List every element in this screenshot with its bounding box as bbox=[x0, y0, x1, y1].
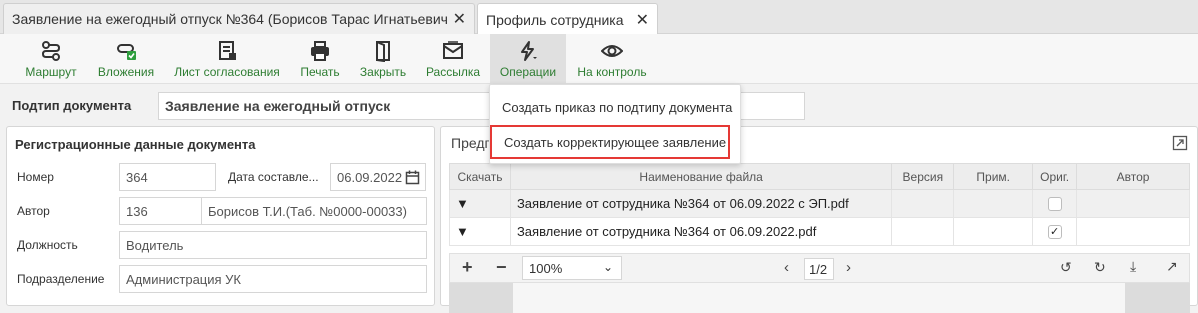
doc-subtype-label: Подтип документа bbox=[12, 98, 132, 113]
printer-icon bbox=[311, 41, 329, 61]
col-author[interactable]: Автор bbox=[1076, 163, 1190, 190]
department-label: Подразделение bbox=[17, 272, 105, 286]
attachments-button[interactable]: Вложения bbox=[94, 34, 158, 84]
close-icon[interactable]: ✕ bbox=[636, 10, 649, 30]
route-icon bbox=[41, 41, 61, 61]
files-table: Скачать Наименование файла Версия Прим. … bbox=[449, 163, 1190, 246]
operations-button[interactable]: Операции bbox=[490, 34, 566, 84]
pdf-toolbar: + − 100% ⌄ ‹ 1/2 › ↺ ↻ ⤓ ↗ bbox=[449, 253, 1190, 283]
door-icon bbox=[376, 41, 390, 62]
open-external-icon[interactable]: ↗ bbox=[1166, 258, 1178, 275]
col-note[interactable]: Прим. bbox=[953, 163, 1034, 190]
tab-strip: Заявление на ежегодный отпуск №364 (Бори… bbox=[0, 0, 1198, 35]
files-panel-title: Предп bbox=[451, 135, 493, 151]
date-value: 06.09.2022 bbox=[337, 169, 403, 185]
zoom-value: 100% bbox=[529, 260, 563, 276]
page-indicator[interactable]: 1/2 bbox=[804, 258, 834, 280]
author-id-field[interactable]: 136 bbox=[119, 197, 202, 225]
paperclip-icon bbox=[117, 44, 136, 60]
col-download[interactable]: Скачать bbox=[449, 163, 511, 190]
pdf-viewer[interactable] bbox=[449, 283, 1190, 313]
toolbar: Маршрут Вложения Лист согласования Печат… bbox=[0, 34, 1198, 84]
position-field[interactable]: Водитель bbox=[119, 231, 427, 259]
monitor-button[interactable]: На контроль bbox=[574, 34, 650, 84]
download-icon[interactable]: ⤓ bbox=[1130, 258, 1136, 275]
col-version[interactable]: Версия bbox=[891, 163, 955, 190]
table-row[interactable]: ▼ Заявление от сотрудника №364 от 06.09.… bbox=[449, 217, 1190, 246]
next-page-icon[interactable]: › bbox=[846, 259, 851, 276]
menu-item-create-corrective-application[interactable]: Создать корректирующее заявление bbox=[490, 125, 730, 159]
lightning-icon bbox=[521, 41, 537, 61]
menu-item-create-order[interactable]: Создать приказ по подтипу документа bbox=[490, 92, 740, 122]
tab-label: Профиль сотрудника bbox=[486, 11, 624, 28]
tab-employee-profile[interactable]: Профиль сотрудника ✕ bbox=[477, 3, 658, 35]
download-icon[interactable]: ▼ bbox=[449, 189, 511, 218]
expand-icon[interactable] bbox=[1172, 135, 1188, 151]
zoom-in-icon[interactable]: + bbox=[462, 257, 473, 278]
file-name[interactable]: Заявление от сотрудника №364 от 06.09.20… bbox=[509, 217, 893, 246]
table-row[interactable]: ▼ Заявление от сотрудника №364 от 06.09.… bbox=[449, 189, 1190, 218]
download-icon[interactable]: ▼ bbox=[449, 217, 511, 246]
registration-title: Регистрационные данные документа bbox=[15, 137, 256, 152]
route-button[interactable]: Маршрут bbox=[20, 34, 82, 84]
rotate-left-icon[interactable]: ↺ bbox=[1060, 259, 1072, 276]
zoom-select[interactable]: 100% ⌄ bbox=[522, 256, 622, 280]
date-field[interactable]: 06.09.2022 bbox=[330, 163, 426, 191]
files-table-header: Скачать Наименование файла Версия Прим. … bbox=[449, 163, 1190, 190]
author-name-field[interactable]: Борисов Т.И.(Таб. №0000-00033) bbox=[201, 197, 427, 225]
rotate-right-icon[interactable]: ↻ bbox=[1094, 259, 1106, 276]
chevron-down-icon: ⌄ bbox=[602, 260, 613, 274]
author-label: Автор bbox=[17, 204, 50, 218]
calendar-icon[interactable] bbox=[405, 170, 420, 185]
number-field[interactable]: 364 bbox=[119, 163, 216, 191]
prev-page-icon[interactable]: ‹ bbox=[784, 259, 789, 276]
close-button[interactable]: Закрыть bbox=[354, 34, 412, 84]
department-field[interactable]: Администрация УК bbox=[119, 265, 427, 293]
mail-icon bbox=[443, 41, 463, 59]
number-label: Номер bbox=[17, 170, 54, 184]
print-button[interactable]: Печать bbox=[294, 34, 346, 84]
tab-label: Заявление на ежегодный отпуск №364 (Бори… bbox=[12, 11, 447, 27]
pdf-page bbox=[513, 283, 1125, 313]
col-file-name[interactable]: Наименование файла bbox=[509, 163, 893, 190]
approval-sheet-button[interactable]: Лист согласования bbox=[170, 34, 284, 84]
date-label: Дата составле... bbox=[228, 170, 319, 184]
close-icon[interactable]: ✕ bbox=[453, 9, 466, 29]
original-checkbox[interactable] bbox=[1047, 197, 1062, 212]
col-original[interactable]: Ориг. bbox=[1032, 163, 1078, 190]
position-label: Должность bbox=[17, 238, 78, 252]
mailing-button[interactable]: Рассылка bbox=[420, 34, 486, 84]
tab-vacation-application[interactable]: Заявление на ежегодный отпуск №364 (Бори… bbox=[3, 3, 475, 34]
eye-icon bbox=[601, 45, 623, 57]
zoom-out-icon[interactable]: − bbox=[496, 257, 507, 278]
operations-menu: Создать приказ по подтипу документа Созд… bbox=[489, 84, 741, 164]
approval-sheet-icon bbox=[219, 41, 236, 60]
registration-panel: Регистрационные данные документа Номер 3… bbox=[6, 126, 435, 306]
file-name[interactable]: Заявление от сотрудника №364 от 06.09.20… bbox=[509, 189, 893, 218]
original-checkbox-checked[interactable]: ✓ bbox=[1047, 225, 1062, 240]
